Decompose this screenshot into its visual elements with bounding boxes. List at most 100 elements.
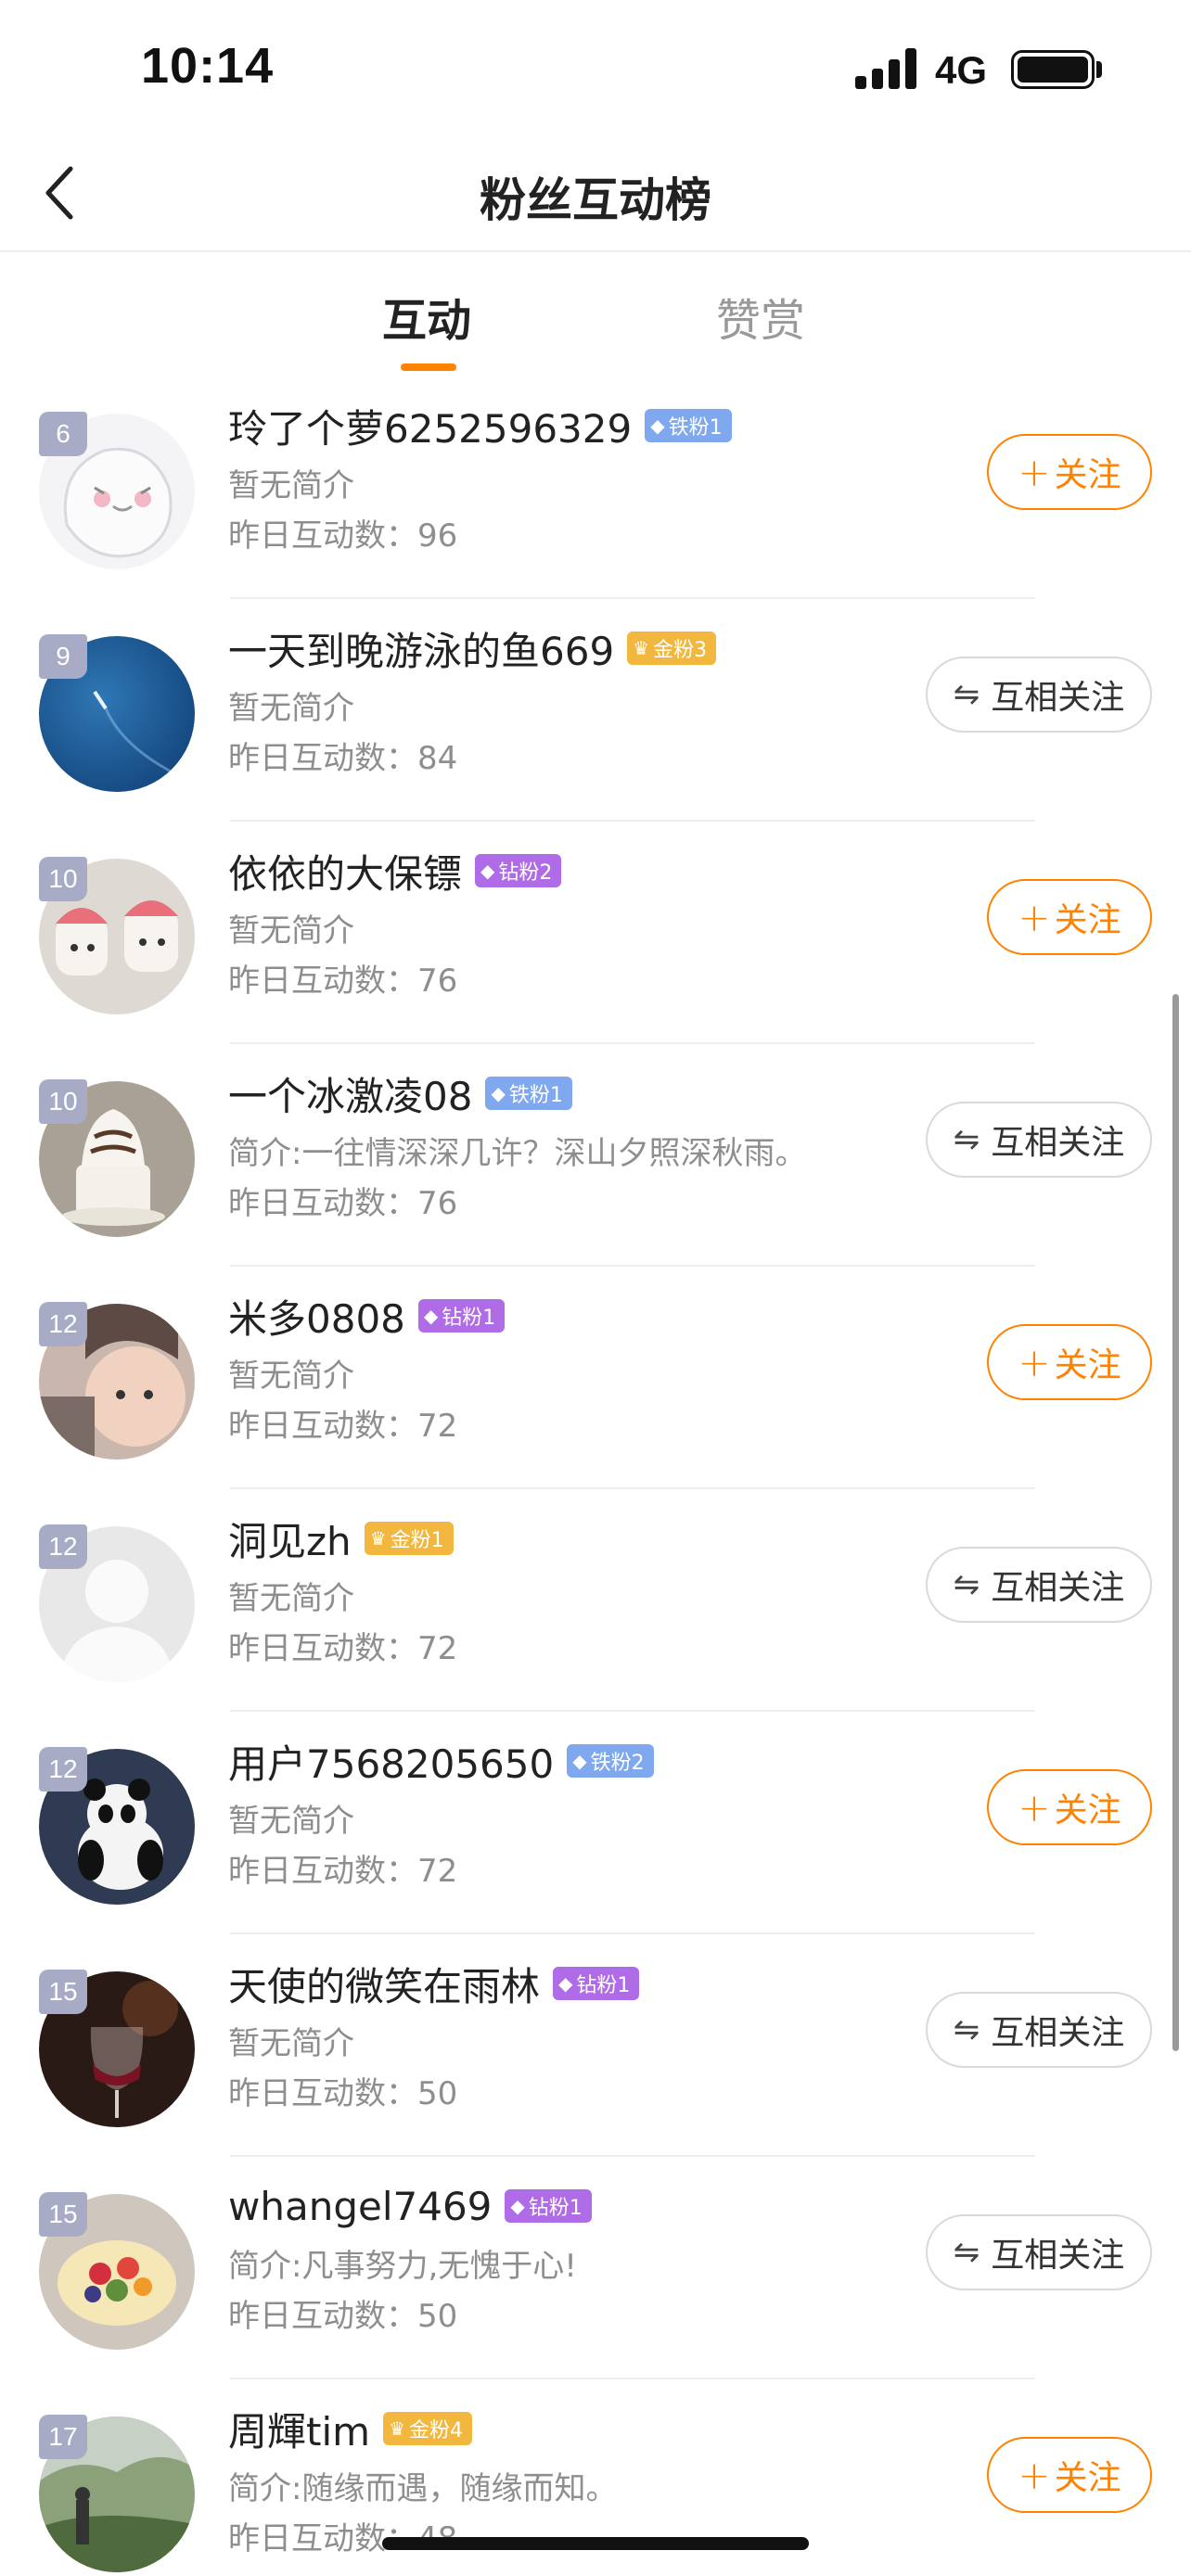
fan-bio: 暂无简介: [228, 1580, 354, 1617]
interaction-count: 昨日互动数：50: [228, 2075, 458, 2112]
fan-row[interactable]: 10 一个冰激凌08 ◆ 铁粉1 简介:一往情深深几许？深山夕照深秋雨。 昨日互动数：76…: [0, 1044, 1191, 1267]
rank-badge: 10: [39, 1079, 87, 1124]
interaction-count: 昨日互动数：72: [228, 1853, 458, 1890]
crown-icon: ♛: [369, 1527, 387, 1549]
diamond-icon: ◆: [558, 1972, 573, 1995]
interaction-count: 昨日互动数：96: [228, 517, 458, 555]
battery-nub: [1096, 61, 1102, 78]
fan-bio: 暂无简介: [228, 2025, 354, 2062]
plus-icon: +: [1018, 1784, 1051, 1830]
status-bar: 10:14 4G: [0, 0, 1191, 130]
page-title: 粉丝互动榜: [480, 173, 711, 227]
mutual-follow-label: 互相关注: [991, 1569, 1125, 1607]
fan-name[interactable]: 洞见zh: [228, 1511, 352, 1567]
diamond-icon: ◆: [491, 1082, 506, 1104]
fan-name[interactable]: whangel7469: [228, 2184, 492, 2229]
fan-row[interactable]: 10 依依的大保镖 ◆ 钻粉2 暂无简介 昨日互动数：76 + 关注: [0, 822, 1191, 1044]
plus-icon: +: [1018, 449, 1051, 495]
follow-button[interactable]: + 关注: [987, 879, 1152, 955]
status-time: 10:14: [141, 38, 275, 94]
fan-name[interactable]: 依依的大保镖: [228, 843, 462, 899]
signal-icon: [855, 48, 918, 89]
name-line: 米多0808 ◆ 钻粉1: [228, 1285, 506, 1346]
plus-icon: +: [1018, 894, 1051, 940]
follow-label: 关注: [1054, 901, 1121, 939]
plus-icon: +: [1018, 2452, 1051, 2498]
interaction-count: 昨日互动数：48: [228, 2520, 458, 2557]
follow-label: 关注: [1054, 1346, 1121, 1384]
follow-label: 关注: [1054, 456, 1121, 494]
fan-level-tag: ♛ 金粉4: [383, 2412, 472, 2445]
fan-row[interactable]: 12 用户7568205650 ◆ 铁粉2 暂无简介 昨日互动数：72 + 关注: [0, 1712, 1191, 1934]
interaction-count: 昨日互动数：72: [228, 1630, 458, 1667]
fan-name[interactable]: 米多0808: [228, 1288, 405, 1345]
follow-label: 关注: [1054, 1792, 1121, 1830]
interaction-count: 昨日互动数：72: [228, 1408, 458, 1445]
mutual-follow-label: 互相关注: [991, 2237, 1125, 2275]
rank-badge: 9: [39, 634, 87, 679]
fan-bio: 暂无简介: [228, 467, 354, 504]
follow-button[interactable]: + 关注: [987, 1769, 1152, 1845]
name-line: 天使的微笑在雨林 ◆ 钻粉1: [228, 1953, 640, 2014]
swap-arrows-icon: ⇋: [953, 1121, 980, 1158]
diamond-icon: ◆: [510, 2195, 525, 2217]
swap-arrows-icon: ⇋: [953, 676, 980, 713]
fan-name[interactable]: 周輝tim: [228, 2401, 370, 2457]
swap-arrows-icon: ⇋: [953, 1566, 980, 1603]
rank-badge: 10: [39, 857, 87, 901]
fan-level-label: 钻粉1: [576, 1974, 631, 1997]
fan-name[interactable]: 天使的微笑在雨林: [228, 1956, 540, 2012]
fan-level-tag: ◆ 钻粉1: [417, 1299, 506, 1333]
fan-bio: 简介:凡事努力,无愧于心!: [228, 2248, 577, 2285]
fan-row[interactable]: 12 米多0808 ◆ 钻粉1 暂无简介 昨日互动数：72 + 关注: [0, 1267, 1191, 1489]
name-line: 用户7568205650 ◆ 铁粉2: [228, 1730, 654, 1792]
swap-arrows-icon: ⇋: [953, 2234, 980, 2271]
fan-row[interactable]: 15 whangel7469 ◆ 钻粉1 简介:凡事努力,无愧于心! 昨日互动数：50 ⇋ 互…: [0, 2157, 1191, 2379]
tab-active-indicator: [401, 363, 456, 371]
plus-icon: +: [1018, 1339, 1051, 1385]
mutual-follow-button[interactable]: ⇋ 互相关注: [926, 1102, 1152, 1178]
fan-name[interactable]: 玲了个萝6252596329: [228, 398, 632, 454]
swap-arrows-icon: ⇋: [953, 2011, 980, 2048]
home-indicator[interactable]: [382, 2537, 809, 2550]
mutual-follow-button[interactable]: ⇋ 互相关注: [926, 657, 1152, 733]
rank-badge: 12: [39, 1747, 87, 1792]
name-line: 一个冰激凌08 ◆ 铁粉1: [228, 1063, 572, 1124]
rank-badge: 15: [39, 2192, 87, 2237]
fan-level-tag: ◆ 铁粉1: [645, 409, 732, 442]
network-label: 4G: [935, 48, 988, 92]
mutual-follow-button[interactable]: ⇋ 互相关注: [926, 2214, 1152, 2290]
rank-badge: 17: [39, 2415, 87, 2459]
fan-bio: 简介:一往情深深几许？深山夕照深秋雨。: [228, 1135, 807, 1172]
fan-row[interactable]: 6 玲了个萝6252596329 ◆ 铁粉1 暂无简介昨日互动数：96 + 关注: [0, 376, 1191, 599]
scrollbar[interactable]: [1172, 994, 1179, 2051]
fan-level-label: 铁粉2: [590, 1752, 645, 1775]
fan-bio: 暂无简介: [228, 690, 354, 727]
fan-row[interactable]: 9 一天到晚游泳的鱼669 ♛ 金粉3 暂无简介 昨日互动数：84 ⇋ 互相关注: [0, 599, 1191, 822]
battery-icon: [1011, 50, 1095, 89]
fan-name[interactable]: 一个冰激凌08: [228, 1065, 472, 1122]
rank-badge: 12: [39, 1302, 87, 1346]
mutual-follow-label: 互相关注: [991, 1124, 1125, 1162]
fan-level-tag: ◆ 铁粉1: [485, 1077, 572, 1110]
tab-reward[interactable]: 赞赏: [716, 284, 805, 349]
mutual-follow-label: 互相关注: [991, 679, 1125, 717]
mutual-follow-button[interactable]: ⇋ 互相关注: [926, 1547, 1152, 1623]
fan-row[interactable]: 15 天使的微笑在雨林 ◆ 钻粉1 暂无简介 昨日互动数：50 ⇋ 互相关注: [0, 1934, 1191, 2157]
mutual-follow-button[interactable]: ⇋ 互相关注: [926, 1992, 1152, 2068]
tab-bar: 互动 赞赏: [0, 252, 1191, 376]
fan-bio: 简介:随缘而遇，随缘而知。: [228, 2470, 618, 2507]
diamond-icon: ◆: [480, 860, 495, 882]
rank-badge: 6: [39, 412, 87, 456]
interaction-count: 昨日互动数：50: [228, 2298, 458, 2335]
fan-row[interactable]: 12 洞见zh ♛ 金粉1 暂无简介 昨日互动数：72 ⇋ 互相关注: [0, 1489, 1191, 1712]
fan-name[interactable]: 一天到晚游泳的鱼669: [228, 620, 614, 677]
fan-name[interactable]: 用户7568205650: [228, 1733, 554, 1790]
rank-badge: 12: [39, 1524, 87, 1569]
follow-button[interactable]: + 关注: [987, 1324, 1152, 1400]
fan-level-label: 钻粉1: [528, 2197, 583, 2220]
tab-interaction[interactable]: 互动: [382, 284, 471, 349]
follow-button[interactable]: + 关注: [987, 434, 1152, 510]
fan-level-tag: ◆ 钻粉2: [475, 854, 562, 887]
follow-button[interactable]: + 关注: [987, 2437, 1152, 2513]
